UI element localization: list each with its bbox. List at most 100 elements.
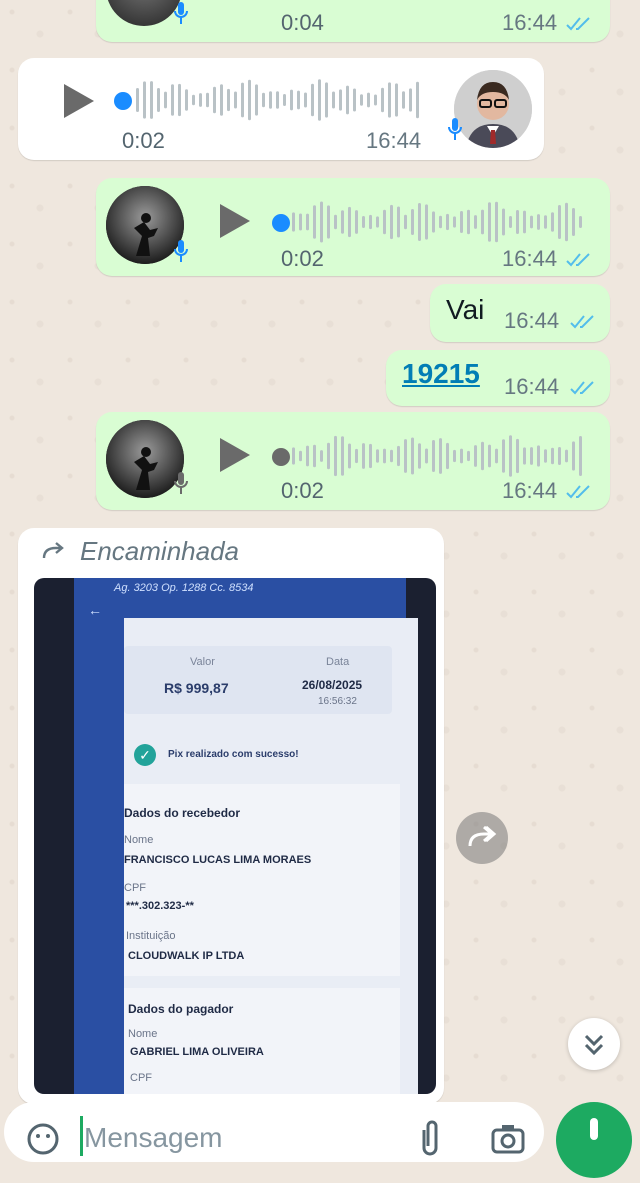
waveform-bar — [150, 81, 153, 119]
waveform-bar — [418, 202, 421, 242]
receiver-name: FRANCISCO LUCAS LIMA MORAES — [124, 854, 312, 866]
waveform-bar — [474, 215, 477, 229]
waveform-bar — [362, 443, 365, 469]
waveform-bar — [439, 438, 442, 474]
receipt-value: R$ 999,87 — [164, 680, 229, 696]
receipt-screen: Valor R$ 999,87 Data 26/08/2025 16:56:32… — [124, 618, 418, 1094]
waveform-bar — [374, 94, 377, 106]
voice-waveform[interactable] — [136, 72, 426, 128]
payer-cpf-label: CPF — [130, 1072, 152, 1084]
waveform-bar — [409, 88, 412, 112]
waveform-bar — [185, 89, 188, 111]
waveform-bar — [332, 91, 335, 109]
voice-record-button[interactable] — [556, 1102, 632, 1178]
message-input[interactable]: Mensagem — [84, 1122, 223, 1154]
receipt-photo[interactable]: Ag. 3203 Op. 1288 Cc. 8534 ← Valor R$ 99… — [34, 578, 436, 1094]
waveform-bar — [383, 448, 386, 464]
waveform-bar — [481, 209, 484, 235]
waveform-bar — [376, 449, 379, 463]
receipt-date-label: Data — [326, 656, 350, 668]
waveform-bar — [290, 89, 293, 111]
waveform-bar — [383, 209, 386, 235]
waveform-bar — [213, 86, 216, 114]
message-link[interactable]: 19215 — [402, 358, 480, 390]
waveform-bar — [369, 214, 372, 230]
receipt-time: 16:56:32 — [318, 696, 357, 707]
forward-button[interactable] — [456, 812, 508, 864]
message-text-outgoing[interactable]: Vai 16:44 — [430, 284, 610, 342]
waveform-bar — [425, 448, 428, 464]
waveform-bar — [446, 213, 449, 231]
waveform-bar — [360, 94, 363, 106]
play-button[interactable] — [220, 204, 250, 238]
waveform-bar — [565, 449, 568, 463]
payer-name-label: Nome — [128, 1028, 158, 1040]
waveform-bar — [369, 443, 372, 469]
waveform-bar — [320, 450, 323, 462]
waveform-bar — [495, 448, 498, 464]
paperclip-icon[interactable] — [418, 1118, 442, 1158]
payer-header: Dados do pagador — [128, 1002, 234, 1016]
forward-icon — [468, 825, 497, 847]
voice-duration: 0:04 — [281, 10, 324, 35]
waveform-bar — [579, 435, 582, 477]
waveform-bar — [544, 215, 547, 229]
waveform-bar — [381, 87, 384, 113]
message-voice-outgoing-1[interactable]: 0:04 16:44 — [96, 0, 610, 42]
waveform-bar — [488, 444, 491, 468]
message-voice-incoming[interactable]: 0:02 16:44 — [18, 58, 544, 160]
waveform-bar — [136, 88, 139, 112]
waveform-bar — [334, 435, 337, 477]
receipt-summary-card: Valor R$ 999,87 Data 26/08/2025 16:56:32 — [124, 646, 392, 714]
waveform-bar — [509, 216, 512, 228]
voice-waveform[interactable] — [292, 194, 588, 250]
waveform-bar — [432, 211, 435, 233]
read-ticks-icon — [570, 315, 594, 329]
waveform-bar — [502, 208, 505, 236]
waveform-bar — [523, 210, 526, 234]
message-link-outgoing[interactable]: 19215 16:44 — [386, 350, 610, 406]
message-time: 16:44 — [502, 10, 558, 35]
camera-icon[interactable] — [490, 1122, 526, 1154]
waveform-bar — [418, 443, 421, 469]
voice-duration: 0:02 — [122, 128, 165, 153]
success-check-icon: ✓ — [134, 744, 156, 766]
waveform-bar — [432, 440, 435, 472]
mic-icon — [174, 472, 188, 494]
receiver-cpf-label: CPF — [124, 882, 146, 894]
waveform-bar — [255, 84, 258, 116]
waveform-bar — [516, 210, 519, 234]
play-button[interactable] — [64, 84, 94, 118]
waveform-bar — [248, 79, 251, 121]
waveform-bar — [227, 88, 230, 112]
play-button[interactable] — [220, 438, 250, 472]
waveform-bar — [551, 212, 554, 232]
waveform-bar — [551, 447, 554, 465]
waveform-bar — [241, 82, 244, 118]
waveform-bar — [530, 447, 533, 465]
waveform-bar — [523, 447, 526, 465]
waveform-bar — [495, 201, 498, 243]
voice-progress-knob[interactable] — [272, 448, 290, 466]
emoji-icon[interactable] — [26, 1122, 60, 1156]
waveform-bar — [339, 89, 342, 111]
waveform-bar — [416, 81, 419, 119]
voice-progress-knob[interactable] — [114, 92, 132, 110]
voice-waveform[interactable] — [292, 428, 588, 484]
message-voice-outgoing-2[interactable]: 0:02 16:44 — [96, 178, 610, 276]
institution-name: CLOUDWALK IP LTDA — [128, 950, 245, 962]
waveform-bar — [460, 211, 463, 233]
waveform-bar — [544, 449, 547, 463]
contact-avatar[interactable] — [454, 70, 532, 148]
waveform-bar — [157, 88, 160, 112]
waveform-bar — [171, 84, 174, 116]
waveform-bar — [311, 83, 314, 117]
waveform-bar — [481, 441, 484, 471]
voice-progress-knob[interactable] — [272, 214, 290, 232]
scroll-to-bottom-button[interactable] — [568, 1018, 620, 1070]
waveform-bar — [306, 445, 309, 467]
read-ticks-icon — [566, 17, 590, 31]
waveform-bar — [509, 435, 512, 477]
message-voice-outgoing-3[interactable]: 0:02 16:44 — [96, 412, 610, 510]
waveform-bar — [402, 91, 405, 109]
